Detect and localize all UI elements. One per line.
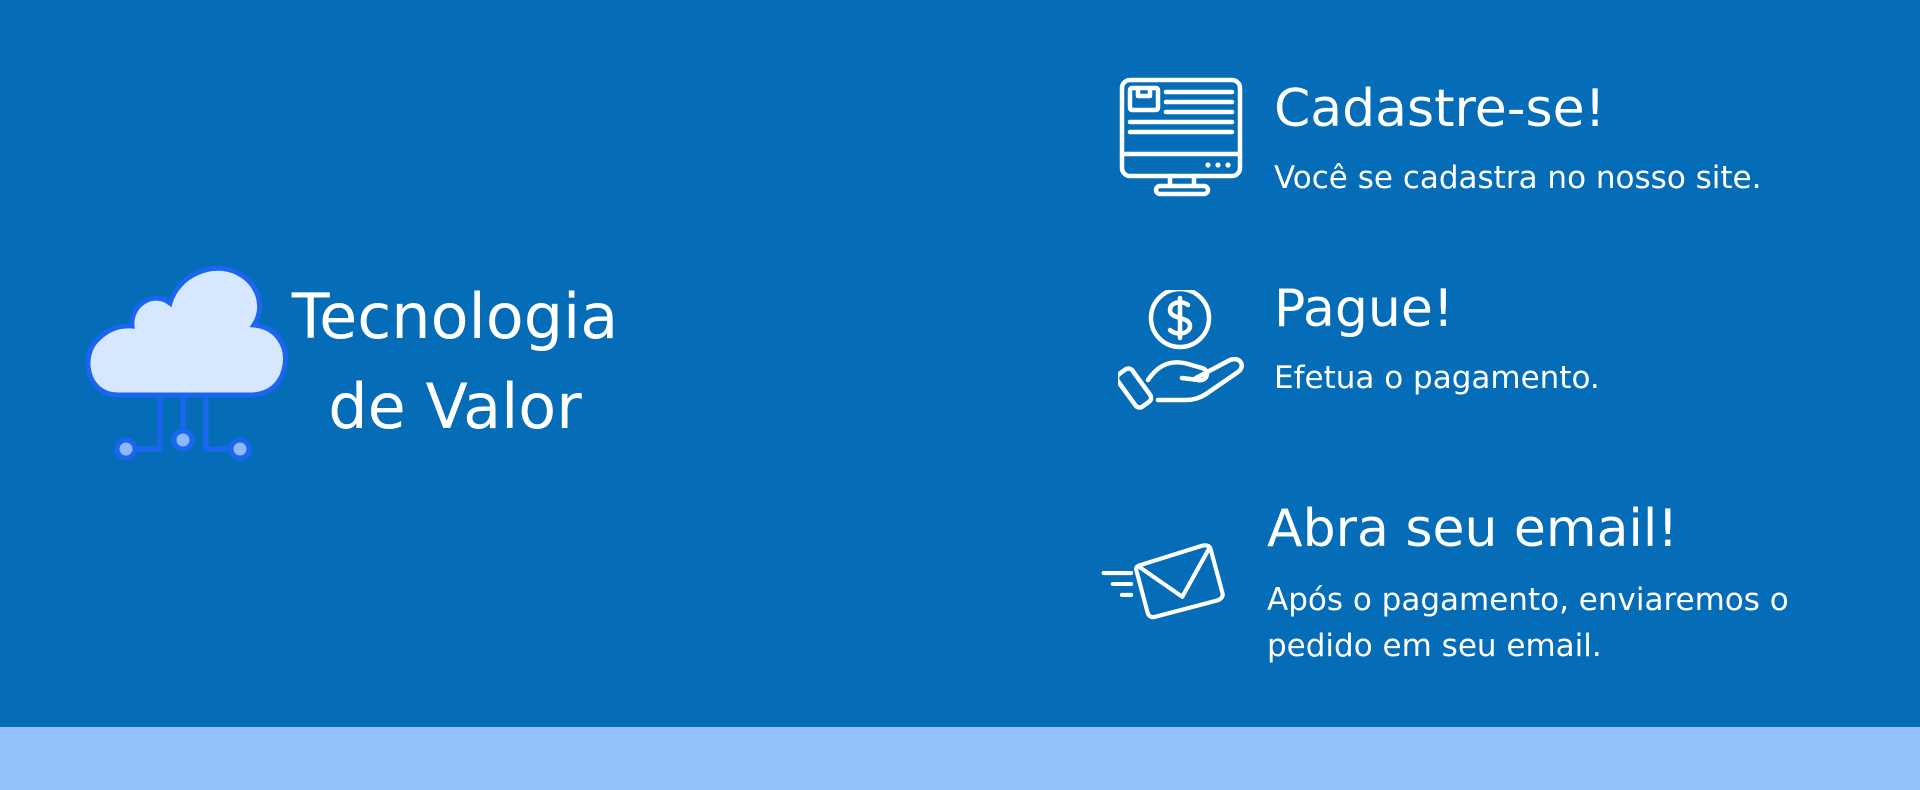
brand-name-line1: Tecnologia [291,280,619,353]
cloud-network-icon [85,265,288,461]
step-description-open-email: Após o pagamento, enviaremos o pedido em… [1267,582,1789,664]
hand-coin-dollar-icon [1118,290,1244,410]
step-description-signup: Você se cadastra no nosso site. [1274,160,1762,196]
step-title-pay: Pague! [1274,279,1454,339]
footer-band [0,727,1920,790]
step-description-pay: Efetua o pagamento. [1274,360,1600,396]
sending-envelope-icon [1101,543,1225,620]
brand-name-line2: de Valor [328,370,582,443]
computer-monitor-icon [1119,77,1243,197]
step-title-open-email: Abra seu email! [1267,499,1679,559]
step-title-signup: Cadastre-se! [1274,79,1606,139]
brand-name: Tecnologia de Valor [280,272,630,452]
page: Tecnologia de Valor Cadastre-se! Você se… [0,0,1920,790]
